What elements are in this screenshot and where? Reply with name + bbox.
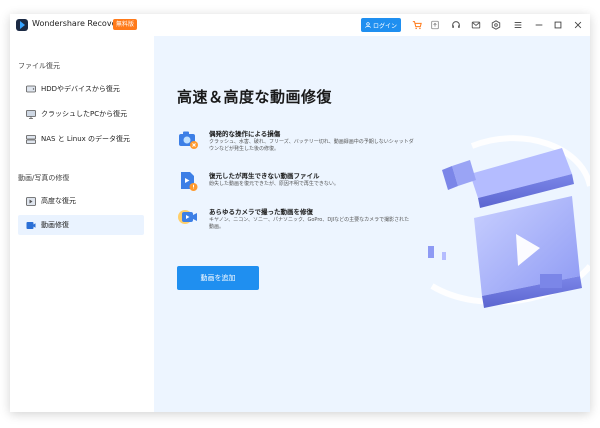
sidebar-item-hdd-recovery[interactable]: HDDやデバイスから復元 — [18, 79, 144, 99]
login-label: ログイン — [372, 22, 397, 30]
sidebar-item-label: HDDやデバイスから復元 — [41, 85, 120, 93]
minimize-icon[interactable] — [533, 19, 545, 31]
sidebar-item-crashed-pc[interactable]: クラッシュしたPCから復元 — [18, 104, 144, 124]
nas-icon — [26, 134, 36, 144]
sidebar: ファイル復元 HDDやデバイスから復元 クラッシュしたPCから復元 NAS と … — [10, 36, 154, 412]
free-version-badge: 無料版 — [113, 19, 138, 30]
sidebar-item-label: クラッシュしたPCから復元 — [41, 110, 128, 118]
video-camera-icon — [177, 206, 199, 228]
sidebar-item-nas-linux[interactable]: NAS と Linux のデータ復元 — [18, 129, 144, 149]
export-icon[interactable] — [429, 19, 441, 31]
section-label-file-recovery: ファイル復元 — [18, 62, 60, 70]
app-logo-icon — [16, 19, 28, 31]
section-label-media-repair: 動画/写真の修復 — [18, 174, 70, 182]
video-repair-icon — [26, 221, 36, 230]
login-button[interactable]: ログイン — [361, 18, 401, 32]
user-icon — [365, 22, 371, 28]
feature-description: キヤノン、ニコン、ソニー、パナソニック、GoPro、DJIなどの主要なカメラで撮… — [209, 217, 410, 230]
damaged-camera-icon — [177, 128, 199, 150]
advanced-recovery-icon — [26, 196, 36, 206]
title-bar: Wondershare Recoverit 無料版 ログイン — [10, 14, 590, 36]
page-title: 高速＆高度な動画修復 — [177, 88, 333, 106]
sidebar-item-advanced-recovery[interactable]: 高度な復元 — [18, 191, 144, 211]
menu-icon[interactable] — [512, 19, 524, 31]
close-icon[interactable] — [572, 19, 584, 31]
hdd-icon — [26, 85, 36, 94]
sidebar-item-label: 高度な復元 — [41, 197, 76, 205]
feature-description: クラッシュ、水害、破れ、フリーズ、バッテリー切れ、動画録画中の予期しないシャット… — [209, 139, 414, 152]
app-title: Wondershare Recoverit — [32, 19, 126, 28]
sidebar-item-label: NAS と Linux のデータ復元 — [41, 135, 131, 143]
add-video-button[interactable]: 動画を追加 — [177, 266, 259, 290]
support-headset-icon[interactable] — [450, 19, 462, 31]
maximize-icon[interactable] — [552, 19, 564, 31]
feature-description: 紛失した動画を復元できたが、原因不明で再生できない。 — [209, 181, 339, 187]
feature-title: あらゆるカメラで撮った動画を修復 — [209, 208, 313, 216]
app-window: Wondershare Recoverit 無料版 ログイン ファイル復元 HD… — [10, 14, 590, 412]
pc-icon — [26, 109, 36, 119]
main-panel: 高速＆高度な動画修復 偶発的な操作による損傷 クラッシュ、水害、破れ、フリーズ、… — [154, 36, 590, 412]
feature-title: 復元したが再生できない動画ファイル — [209, 172, 320, 180]
feature-title: 偶発的な操作による損傷 — [209, 130, 281, 138]
cart-icon[interactable] — [411, 19, 423, 31]
sidebar-item-video-repair[interactable]: 動画修復 — [18, 215, 144, 235]
broken-video-file-icon — [177, 170, 199, 192]
sidebar-item-label: 動画修復 — [41, 221, 69, 229]
video-repair-illustration — [428, 135, 590, 308]
mail-icon[interactable] — [470, 19, 482, 31]
settings-hex-icon[interactable] — [490, 19, 502, 31]
